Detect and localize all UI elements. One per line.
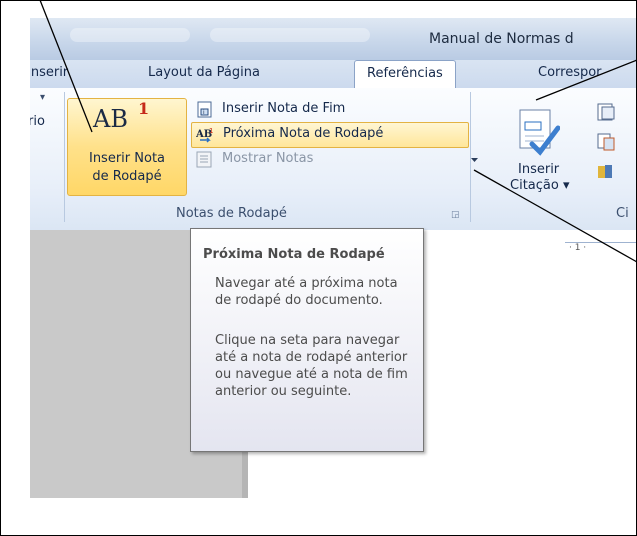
arrow-to-inserir-nota — [39, 0, 93, 133]
arrow-to-proxima-nota — [473, 169, 637, 263]
arrow-to-referencias-tab — [535, 59, 637, 101]
annotation-arrows — [39, 0, 637, 263]
